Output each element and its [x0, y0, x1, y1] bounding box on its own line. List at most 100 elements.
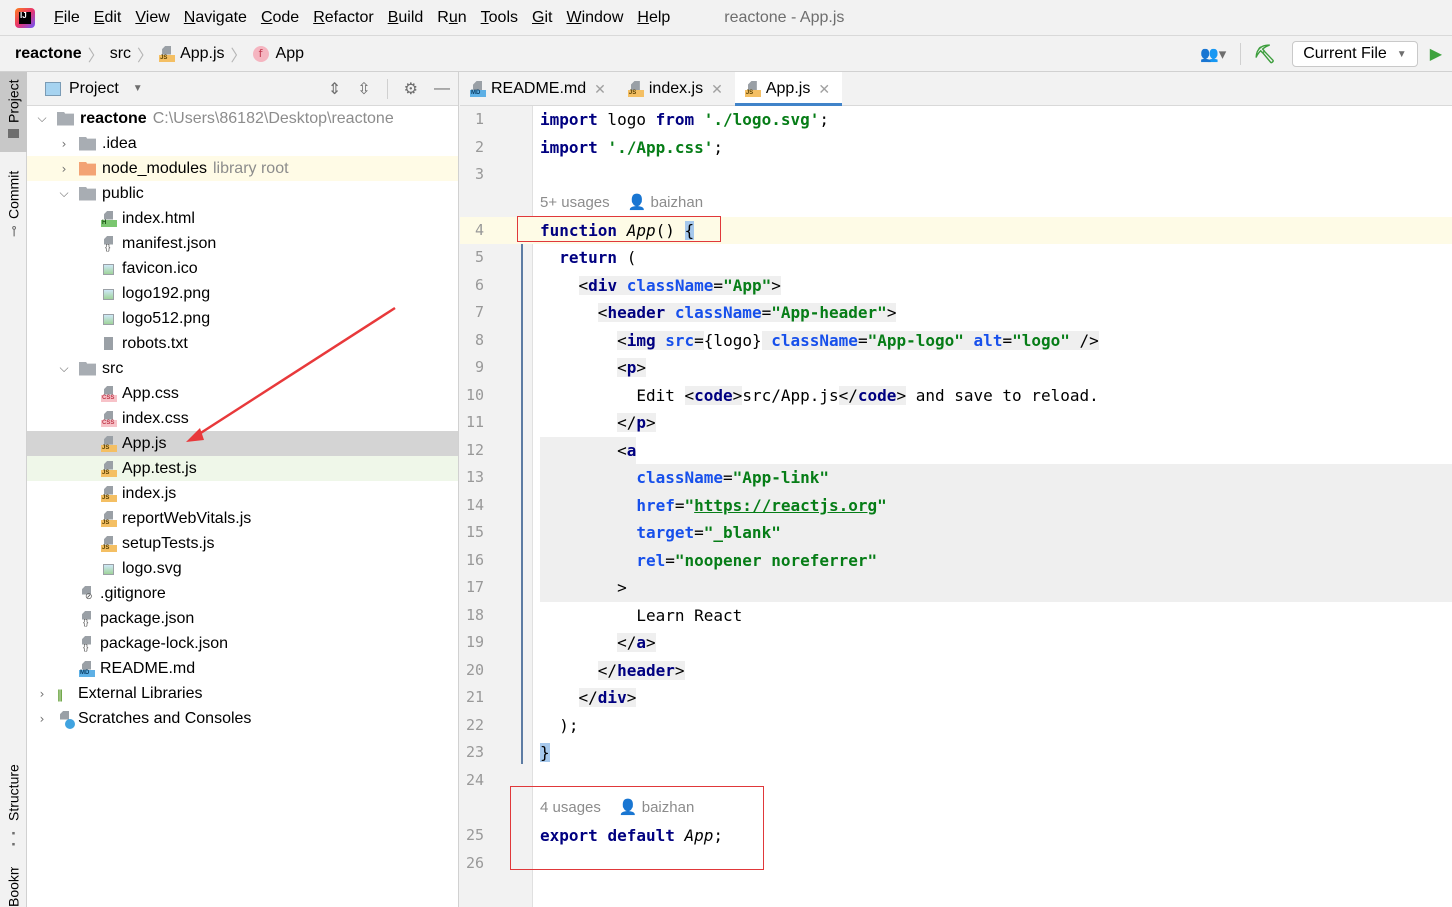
tree-item[interactable]: JS setupTests.js	[27, 531, 458, 556]
tree-item[interactable]: JS index.js	[27, 481, 458, 506]
tree-item[interactable]: favicon.ico	[27, 256, 458, 281]
gear-icon[interactable]: ⚙	[404, 79, 418, 99]
code-line[interactable]: 2 import './App.css';	[460, 134, 1452, 162]
tree-item[interactable]: {} manifest.json	[27, 231, 458, 256]
vcs-user-icon[interactable]: 👥▾	[1200, 45, 1226, 63]
code-line[interactable]: 9 <p>	[460, 354, 1452, 382]
chevron-down-icon[interactable]: ⌵	[35, 111, 49, 126]
chevron-down-icon[interactable]: ⌵	[57, 361, 71, 376]
tree-item-label: .gitignore	[100, 584, 166, 602]
function-icon: f	[252, 45, 269, 62]
breadcrumb-file[interactable]: JS App.js	[159, 45, 225, 63]
editor-tab-index-js[interactable]: JS index.js ✕	[618, 72, 735, 106]
menu-navigate[interactable]: Navigate	[184, 9, 247, 27]
close-icon[interactable]: ✕	[594, 81, 606, 98]
tree-item[interactable]: logo512.png	[27, 306, 458, 331]
tree-item[interactable]: ⊘ .gitignore	[27, 581, 458, 606]
breadcrumb-folder[interactable]: src	[110, 45, 131, 63]
usages-link[interactable]: 5+ usages	[540, 194, 610, 211]
run-configuration-select[interactable]: Current File ▼	[1292, 41, 1418, 67]
tree-item[interactable]: › .idea	[27, 131, 458, 156]
tool-tab-structure[interactable]: ▪▪ Structure	[0, 762, 27, 852]
chevron-right-icon[interactable]: ›	[57, 162, 71, 176]
code-line[interactable]: 16 rel="noopener noreferrer"	[460, 546, 1452, 574]
tree-item[interactable]: logo192.png	[27, 281, 458, 306]
code-line[interactable]: 21 </div>	[460, 684, 1452, 712]
code-line[interactable]: 20 </header>	[460, 657, 1452, 685]
tree-item[interactable]: {} package-lock.json	[27, 631, 458, 656]
collapse-all-icon[interactable]: ⇳	[357, 79, 370, 99]
tree-item[interactable]: Hindex.html	[27, 206, 458, 231]
code-line[interactable]: 5 return (	[460, 244, 1452, 272]
menu-edit[interactable]: Edit	[94, 9, 122, 27]
code-line[interactable]: 6 <div className="App">	[460, 272, 1452, 300]
menu-window[interactable]: Window	[566, 9, 623, 27]
code-line[interactable]: 19 </a>	[460, 629, 1452, 657]
code-line[interactable]: 13 className="App-link"	[460, 464, 1452, 492]
menu-git[interactable]: Git	[532, 9, 552, 27]
tool-tab-commit[interactable]: ⊸ Commit	[0, 164, 27, 244]
code-line[interactable]: 23}	[460, 739, 1452, 767]
code-vision-hint[interactable]: 5+ usages 👤 baizhan	[540, 193, 703, 211]
build-hammer-icon[interactable]: ⛏	[1253, 44, 1276, 65]
tree-item[interactable]: logo.svg	[27, 556, 458, 581]
tree-item[interactable]: JS reportWebVitals.js	[27, 506, 458, 531]
menu-view[interactable]: View	[135, 9, 169, 27]
chevron-right-icon[interactable]: ›	[35, 712, 49, 726]
tree-item[interactable]: › node_modules library root	[27, 156, 458, 181]
code-line[interactable]: 22 );	[460, 712, 1452, 740]
tool-tab-project[interactable]: Project	[0, 72, 27, 152]
tree-item[interactable]: CSS index.css	[27, 406, 458, 431]
tree-item[interactable]: robots.txt	[27, 331, 458, 356]
code-text: className="App-link"	[636, 468, 829, 487]
tree-item[interactable]: ⌵ src	[27, 356, 458, 381]
editor-tab-app-js[interactable]: JS App.js ✕	[734, 72, 843, 107]
tree-item[interactable]: {} package.json	[27, 606, 458, 631]
editor-tab-readme-md[interactable]: MD README.md ✕	[460, 72, 618, 106]
tree-item[interactable]: JS App.js	[27, 431, 458, 456]
code-line[interactable]: 10 Edit <code>src/App.js</code> and save…	[460, 382, 1452, 410]
code-line[interactable]: 1 import logo from './logo.svg';	[460, 106, 1452, 134]
tool-tab-bookmarks[interactable]: Bookmarks	[0, 867, 27, 907]
run-icon[interactable]: ▶	[1430, 44, 1442, 64]
code-line[interactable]: 7 <header className="App-header">	[460, 299, 1452, 327]
menu-file[interactable]: File	[54, 9, 80, 27]
code-line[interactable]: 8 <img src={logo} className="App-logo" a…	[460, 327, 1452, 355]
close-icon[interactable]: ✕	[818, 81, 830, 98]
minimize-icon[interactable]: —	[434, 80, 450, 98]
menu-help[interactable]: Help	[637, 9, 670, 27]
breadcrumb-project[interactable]: reactone	[15, 45, 82, 63]
chevron-down-icon[interactable]: ▼	[133, 83, 143, 94]
tree-item[interactable]: › Scratches and Consoles	[27, 706, 458, 731]
close-icon[interactable]: ✕	[711, 81, 723, 98]
expand-all-icon[interactable]: ⇕	[328, 79, 341, 99]
menu-refactor[interactable]: Refactor	[313, 9, 373, 27]
breadcrumb-symbol[interactable]: f App	[252, 45, 304, 63]
code-line[interactable]: 11 </p>	[460, 409, 1452, 437]
line-number: 13	[465, 468, 484, 486]
tree-item[interactable]: CSS App.css	[27, 381, 458, 406]
tree-item[interactable]: MD README.md	[27, 656, 458, 681]
code-line[interactable]: 12 <a	[460, 436, 1452, 464]
code-line[interactable]: 17 >	[460, 574, 1452, 602]
project-panel-title[interactable]: Project	[69, 80, 119, 98]
tree-item[interactable]: ⌵ reactone C:\Users\86182\Desktop\reactone	[27, 106, 458, 131]
tree-item[interactable]: ⌵ public	[27, 181, 458, 206]
chevron-right-icon[interactable]: ›	[57, 137, 71, 151]
editor-tabs: MD README.md ✕ JS index.js ✕ JS App.js ✕	[460, 72, 1452, 107]
menu-tools[interactable]: Tools	[481, 9, 518, 27]
code-line[interactable]: 15 target="_blank"	[460, 519, 1452, 547]
code-text: </a>	[617, 633, 656, 652]
menu-run[interactable]: Run	[437, 9, 466, 27]
code-line[interactable]: 14 href="https://reactjs.org"	[460, 491, 1452, 519]
code-line[interactable]: 3	[460, 161, 1452, 189]
tree-item[interactable]: › ||| External Libraries	[27, 681, 458, 706]
tree-item[interactable]: JS App.test.js	[27, 456, 458, 481]
menu-code[interactable]: Code	[261, 9, 299, 27]
menu-items: File Edit View Navigate Code Refactor Build Run…	[54, 9, 684, 27]
code-line[interactable]: 18 Learn React	[460, 602, 1452, 630]
module-folder-icon	[57, 111, 74, 126]
chevron-down-icon[interactable]: ⌵	[57, 186, 71, 201]
chevron-right-icon[interactable]: ›	[35, 687, 49, 701]
menu-build[interactable]: Build	[388, 9, 424, 27]
